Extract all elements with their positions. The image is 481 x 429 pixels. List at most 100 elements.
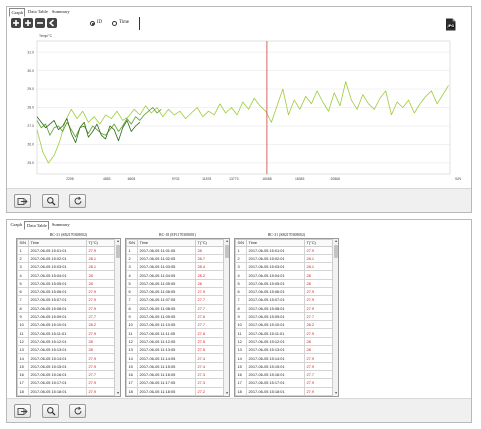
table-row[interactable]: 11 2017-06-05 15:11:01 27.9: [235, 328, 334, 338]
table-row[interactable]: 16 2017-06-05 15:16:01 27.7: [235, 369, 334, 380]
table-row[interactable]: 3 2017-06-05 15:03:01 28.1: [235, 262, 334, 272]
scrollbar[interactable]: ▲ ▼: [114, 239, 120, 396]
table-row[interactable]: 10 2017-06-05 11:10:05 27.7: [126, 320, 225, 330]
table-row[interactable]: 5 2017-06-05 15:05:01 28: [235, 278, 334, 289]
table-row[interactable]: 5 2017-06-05 11:05:05 28: [126, 278, 225, 289]
table-row[interactable]: 7 2017-06-05 15:07:01 27.9: [235, 295, 334, 305]
scroll-thumb[interactable]: [225, 245, 229, 258]
temperature-chart[interactable]: Temp/°C 31.0 30.0 29.0 28.0 27.0 26.0 25.0 229…: [7, 7, 473, 190]
table-row[interactable]: 9 2017-06-05 15:09:01 27.7: [235, 311, 334, 322]
table-row[interactable]: 6 2017-06-05 11:06:05 27.9: [126, 286, 225, 297]
table-row[interactable]: 14 2017-06-05 11:14:05 27.4: [126, 353, 225, 363]
cell-time: 2017-06-05 11:10:05: [137, 320, 196, 330]
table-row[interactable]: 6 2017-06-05 15:06:01 27.9: [17, 286, 116, 297]
table-row[interactable]: 9 2017-06-05 11:09:05 27.6: [126, 311, 225, 322]
table-row[interactable]: 11 2017-06-05 15:11:01 27.9: [17, 328, 116, 338]
cell-time: 2017-06-05 11:11:05: [137, 328, 196, 338]
x-tick-label: 4883: [103, 177, 111, 181]
table-row[interactable]: 16 2017-06-05 11:16:05 27.3: [126, 369, 225, 380]
table-row[interactable]: 4 2017-06-05 15:04:01 28: [235, 270, 334, 280]
table-row[interactable]: 16 2017-06-05 15:16:01 27.7: [17, 369, 116, 380]
table-row[interactable]: 10 2017-06-05 15:10:01 28.2: [235, 320, 334, 330]
scroll-up-icon[interactable]: ▲: [333, 239, 338, 244]
export-button[interactable]: [14, 194, 31, 208]
table-frame[interactable]: S/N Time T(°C) 1 2017-06-05 15:01:01 27.9 2…: [234, 238, 339, 397]
table-row[interactable]: 4 2017-06-05 11:04:05 28.2: [126, 270, 225, 280]
table-row[interactable]: 14 2017-06-05 15:14:01 27.9: [235, 353, 334, 363]
table-row[interactable]: 18 2017-06-05 11:18:05 27.2: [126, 386, 225, 396]
table-row[interactable]: 1 2017-06-05 15:01:01 27.9: [17, 245, 116, 255]
cell-temp: 27.3: [195, 378, 225, 388]
cell-sn: 1: [126, 245, 138, 255]
y-tick-label: 25.0: [27, 161, 34, 165]
cell-sn: 5: [126, 278, 138, 289]
table-row[interactable]: 3 2017-06-05 15:03:01 28.1: [17, 262, 116, 272]
table-row[interactable]: 17 2017-06-05 15:17:01 27.9: [17, 378, 116, 388]
table-row[interactable]: 1 2017-06-05 11:01:05 28: [126, 245, 225, 255]
table-row[interactable]: 14 2017-06-05 15:14:01 27.9: [17, 353, 116, 363]
cell-sn: 10: [235, 320, 247, 330]
search-button[interactable]: [42, 194, 59, 208]
tab-graph[interactable]: Graph: [9, 221, 23, 230]
cell-sn: 4: [235, 270, 247, 280]
table-row[interactable]: 8 2017-06-05 11:08:05 27.7: [126, 303, 225, 313]
table-row[interactable]: 9 2017-06-05 15:09:01 27.7: [17, 311, 116, 322]
table-row[interactable]: 12 2017-06-05 15:12:01 28: [235, 336, 334, 347]
table-row[interactable]: 18 2017-06-05 15:18:01 27.9: [17, 386, 116, 396]
scroll-up-icon[interactable]: ▲: [224, 239, 229, 244]
scroll-thumb[interactable]: [334, 245, 338, 258]
tab-summary[interactable]: Summary: [50, 221, 71, 230]
table-row[interactable]: 3 2017-06-05 11:03:05 28.4: [126, 262, 225, 272]
refresh-button[interactable]: [69, 404, 86, 418]
x-tick-label: 16088: [262, 177, 272, 181]
table-row[interactable]: 17 2017-06-05 15:17:01 27.9: [235, 378, 334, 388]
cell-time: 2017-06-05 11:02:05: [137, 253, 196, 264]
table-row[interactable]: 15 2017-06-05 15:15:01 27.9: [17, 361, 116, 371]
table-row[interactable]: 5 2017-06-05 15:05:01 28: [17, 278, 116, 289]
table-row[interactable]: 8 2017-06-05 15:08:01 27.9: [235, 303, 334, 313]
cell-time: 2017-06-05 11:13:05: [137, 345, 196, 355]
table-row[interactable]: 13 2017-06-05 15:13:01 28: [235, 345, 334, 355]
cell-temp: 27.9: [86, 353, 116, 363]
data-table-panel: Graph Data Table Summary BC-31 (SB217030…: [6, 219, 472, 423]
scroll-down-icon[interactable]: ▼: [115, 391, 120, 396]
scroll-thumb[interactable]: [116, 245, 120, 258]
table-row[interactable]: 2 2017-06-05 15:02:01 28.1: [17, 253, 116, 264]
cell-temp: 28: [304, 278, 334, 289]
scrollbar[interactable]: ▲ ▼: [223, 239, 229, 396]
table-row[interactable]: 13 2017-06-05 15:13:01 28: [17, 345, 116, 355]
export-button[interactable]: [14, 404, 31, 418]
table-row[interactable]: 2 2017-06-05 15:02:01 28.1: [235, 253, 334, 264]
table-row[interactable]: 7 2017-06-05 15:07:01 27.9: [17, 295, 116, 305]
scroll-down-icon[interactable]: ▼: [224, 391, 229, 396]
scroll-down-icon[interactable]: ▼: [333, 391, 338, 396]
table-row[interactable]: 15 2017-06-05 15:15:01 27.9: [235, 361, 334, 371]
refresh-button[interactable]: [69, 194, 86, 208]
table-row[interactable]: 10 2017-06-05 15:10:01 28.2: [17, 320, 116, 330]
series-layer: [36, 81, 449, 164]
table-row[interactable]: 17 2017-06-05 11:17:05 27.3: [126, 378, 225, 388]
table-row[interactable]: 11 2017-06-05 11:11:05 27.6: [126, 328, 225, 338]
table-row[interactable]: 12 2017-06-05 15:12:01 28: [17, 336, 116, 347]
table-row[interactable]: 2 2017-06-05 11:02:05 28.7: [126, 253, 225, 264]
cell-sn: 6: [126, 286, 138, 297]
table-row[interactable]: 13 2017-06-05 11:13:05 27.5: [126, 345, 225, 355]
tab-data-table[interactable]: Data Table: [24, 221, 50, 230]
table-row[interactable]: 4 2017-06-05 15:04:01 28: [17, 270, 116, 280]
cell-temp: 27.9: [86, 286, 116, 297]
cell-time: 2017-06-05 15:06:01: [246, 286, 305, 297]
table-row[interactable]: 15 2017-06-05 11:15:05 27.4: [126, 361, 225, 371]
table-frame[interactable]: S/N Time T(°C) 1 2017-06-05 15:01:01 27.9 2…: [16, 238, 121, 397]
search-button[interactable]: [42, 404, 59, 418]
cell-temp: 27.9: [304, 303, 334, 313]
table-row[interactable]: 12 2017-06-05 11:12:05 27.5: [126, 336, 225, 347]
table-row[interactable]: 7 2017-06-05 11:07:05 27.7: [126, 295, 225, 305]
table-row[interactable]: 18 2017-06-05 15:18:01 27.9: [235, 386, 334, 396]
cell-sn: 6: [17, 286, 29, 297]
table-row[interactable]: 8 2017-06-05 15:08:01 27.9: [17, 303, 116, 313]
scrollbar[interactable]: ▲ ▼: [332, 239, 338, 396]
table-frame[interactable]: S/N Time T(°C) 1 2017-06-05 11:01:05 28 2 20…: [125, 238, 230, 397]
table-row[interactable]: 1 2017-06-05 15:01:01 27.9: [235, 245, 334, 255]
table-row[interactable]: 6 2017-06-05 15:06:01 27.9: [235, 286, 334, 297]
scroll-up-icon[interactable]: ▲: [115, 239, 120, 244]
